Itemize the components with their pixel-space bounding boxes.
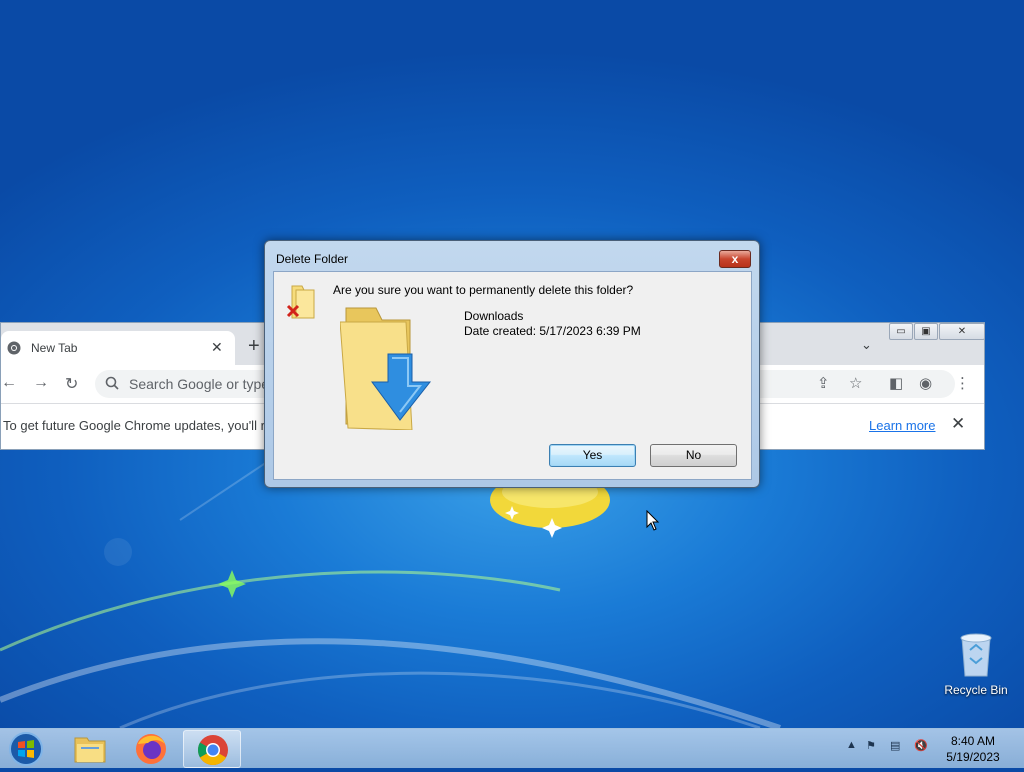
downloads-folder-icon (340, 307, 432, 430)
share-icon[interactable]: ⇪ (817, 374, 830, 392)
tab-new-tab[interactable]: New Tab ✕ (1, 331, 235, 365)
show-hidden-icons-arrow-icon[interactable]: ▲ (846, 739, 857, 751)
menu-dots-icon[interactable]: ⋮ (955, 374, 970, 392)
chrome-icon (7, 341, 21, 355)
delete-folder-icon (286, 285, 315, 319)
folder-date-created: Date created: 5/17/2023 6:39 PM (464, 324, 641, 338)
no-button[interactable]: No (650, 444, 737, 467)
recycle-bin-icon (960, 633, 992, 677)
network-icon[interactable]: ▤ (890, 739, 900, 752)
omnibox-placeholder: Search Google or type (129, 376, 270, 392)
dialog-titlebar[interactable]: Delete Folder x (265, 241, 759, 271)
yes-button[interactable]: Yes (549, 444, 636, 467)
infobar-message: To get future Google Chrome updates, you… (3, 418, 265, 433)
mouse-cursor-icon (646, 510, 660, 531)
recycle-bin-label: Recycle Bin (944, 683, 1008, 697)
folder-icon (74, 737, 106, 763)
close-window-icon[interactable]: ✕ (939, 323, 985, 340)
bookmark-star-icon[interactable]: ☆ (849, 374, 862, 392)
taskbar-clock[interactable]: 8:40 AM 5/19/2023 (942, 733, 1004, 765)
infobar-close-icon[interactable]: ✕ (951, 414, 965, 434)
side-panel-icon[interactable]: ◧ (889, 374, 903, 392)
dialog-close-button[interactable]: x (719, 250, 751, 268)
taskbar-explorer[interactable] (61, 730, 119, 768)
folder-name: Downloads (464, 309, 524, 323)
profile-avatar-icon[interactable]: ◉ (919, 374, 932, 392)
tab-title: New Tab (31, 341, 78, 355)
dialog-body: Are you sure you want to permanently del… (273, 271, 752, 480)
dialog-title: Delete Folder (276, 252, 349, 266)
forward-arrow-icon[interactable]: → (33, 374, 49, 392)
start-button-icon[interactable] (6, 731, 46, 767)
minimize-icon[interactable]: ▭ (889, 323, 913, 340)
clock-date: 5/19/2023 (946, 750, 1000, 764)
tab-search-chevron-icon[interactable]: ⌄ (861, 337, 872, 353)
chrome-window-controls: ▭ ▣ ✕ (889, 323, 986, 341)
action-center-flag-icon[interactable]: ⚑ (866, 739, 876, 752)
dialog-question: Are you sure you want to permanently del… (333, 283, 634, 297)
new-tab-icon[interactable]: + (248, 335, 260, 358)
delete-folder-dialog: Delete Folder x Are you sure you want to… (264, 240, 760, 488)
firefox-icon (136, 734, 166, 764)
taskbar-firefox[interactable] (122, 730, 180, 768)
clock-time: 8:40 AM (950, 734, 996, 748)
recycle-bin-shortcut[interactable]: Recycle Bin (940, 630, 1012, 697)
taskbar: ▲ ⚑ ▤ 🔇 8:40 AM 5/19/2023 (0, 728, 1024, 768)
maximize-icon[interactable]: ▣ (914, 323, 938, 340)
taskbar-chrome[interactable] (183, 730, 241, 768)
tab-close-icon[interactable]: ✕ (211, 339, 223, 356)
learn-more-link[interactable]: Learn more (869, 418, 935, 433)
back-arrow-icon[interactable]: ← (1, 374, 17, 392)
chrome-icon (197, 735, 228, 766)
reload-icon[interactable]: ↻ (65, 374, 78, 394)
volume-muted-icon[interactable]: 🔇 (914, 739, 928, 752)
search-icon (105, 376, 119, 390)
